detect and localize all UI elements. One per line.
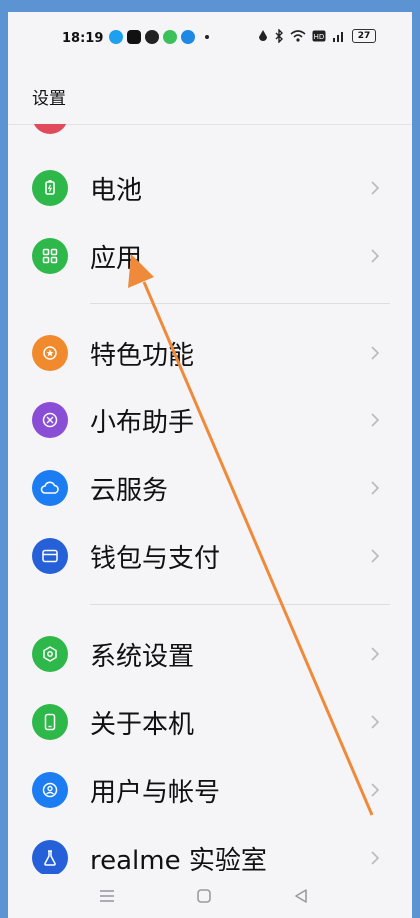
menu-button[interactable]: [97, 886, 117, 906]
star-badge-icon: [32, 335, 68, 371]
phone-icon: [32, 704, 68, 740]
cloud-icon: [32, 470, 68, 506]
user-icon: [32, 772, 68, 808]
settings-item-about[interactable]: 关于本机: [8, 690, 412, 754]
more-notifications-dot: [205, 35, 209, 39]
system-icons: HD 27: [258, 29, 376, 43]
bluetooth-icon: [275, 29, 283, 43]
settings-item-label: 系统设置: [90, 641, 195, 672]
phone-screen: 18:19 HD 27 设置 电池 应用 特色功能 小布助手 云服务 钱包与支付…: [8, 12, 412, 918]
settings-item-label: 钱包与支付: [90, 543, 221, 574]
qq-icon: [109, 30, 123, 44]
apps-grid-icon: [32, 238, 68, 274]
settings-item-label: 云服务: [90, 475, 169, 506]
settings-item-label: 用户与帐号: [90, 777, 221, 808]
assistant-icon: [32, 402, 68, 438]
partial-item-icon: [32, 124, 68, 134]
home-button[interactable]: [194, 886, 214, 906]
wallet-icon: [32, 538, 68, 574]
chevron-right-icon: [371, 715, 380, 729]
status-bar: 18:19 HD 27: [8, 12, 412, 62]
app-notification-icon: [181, 30, 195, 44]
settings-item-label: 小布助手: [90, 407, 195, 438]
settings-item-apps[interactable]: 应用: [8, 224, 412, 288]
tiktok-icon: [127, 30, 141, 44]
settings-item-system[interactable]: 系统设置: [8, 622, 412, 686]
flask-icon: [32, 840, 68, 876]
settings-item-special-features[interactable]: 特色功能: [8, 321, 412, 385]
wechat-icon: [145, 30, 159, 44]
status-time: 18:19: [62, 31, 104, 46]
settings-item-wallet[interactable]: 钱包与支付: [8, 524, 412, 588]
settings-item-assistant[interactable]: 小布助手: [8, 388, 412, 452]
chevron-right-icon: [371, 181, 380, 195]
chevron-right-icon: [371, 783, 380, 797]
settings-item-label: 应用: [90, 243, 143, 274]
back-button[interactable]: [291, 886, 311, 906]
section-divider: [90, 303, 390, 304]
settings-list: 电池 应用 特色功能 小布助手 云服务 钱包与支付 系统设置 关于本机 用户与帐…: [8, 124, 412, 882]
chevron-right-icon: [371, 549, 380, 563]
battery-icon: [32, 170, 68, 206]
settings-item-label: realme 实验室: [90, 845, 267, 876]
battery-indicator: 27: [352, 29, 376, 43]
message-icon: [163, 30, 177, 44]
hexagon-gear-icon: [32, 636, 68, 672]
chevron-right-icon: [371, 851, 380, 865]
settings-item-battery[interactable]: 电池: [8, 156, 412, 220]
settings-item-cloud[interactable]: 云服务: [8, 456, 412, 520]
hd-icon: HD: [312, 30, 326, 42]
wifi-icon: [290, 30, 306, 42]
chevron-right-icon: [371, 413, 380, 427]
settings-item-label: 特色功能: [90, 340, 195, 371]
data-saver-icon: [259, 30, 267, 41]
settings-item-label: 电池: [90, 175, 143, 206]
chevron-right-icon: [371, 249, 380, 263]
chevron-right-icon: [371, 647, 380, 661]
chevron-right-icon: [371, 346, 380, 360]
notification-icons: [109, 30, 209, 44]
settings-item-label: 关于本机: [90, 709, 195, 740]
settings-item-users[interactable]: 用户与帐号: [8, 758, 412, 822]
navigation-bar: [8, 874, 412, 918]
section-divider: [90, 604, 390, 605]
chevron-right-icon: [371, 481, 380, 495]
svg-text:HD: HD: [314, 33, 325, 41]
signal-icon: [333, 32, 343, 42]
page-title: 设置: [32, 89, 66, 109]
